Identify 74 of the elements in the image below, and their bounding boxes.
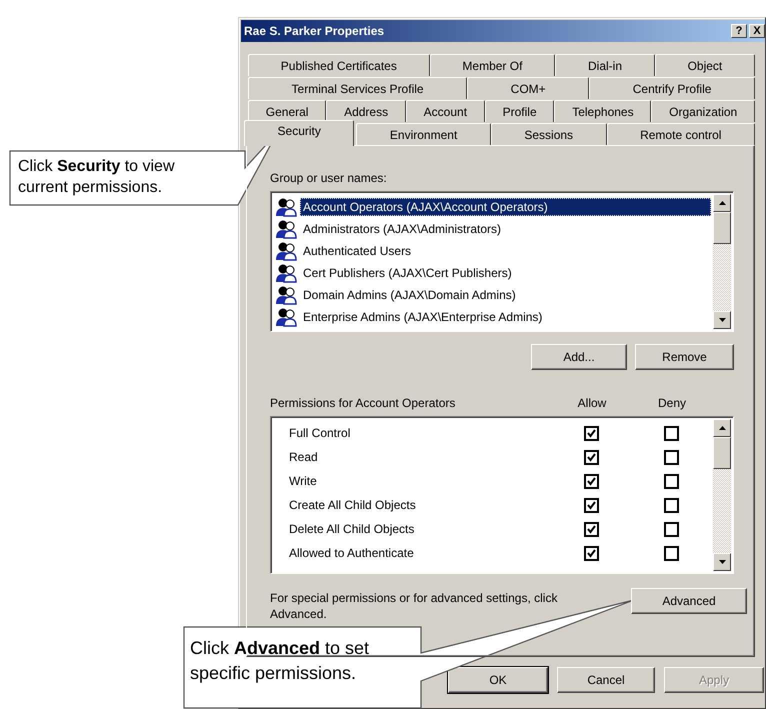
checkbox[interactable] [584, 474, 598, 488]
tab[interactable]: Environment [356, 123, 491, 145]
scrollbar[interactable] [713, 194, 731, 329]
callout-text: Click Security to view current permissions. [18, 157, 176, 198]
list-item[interactable]: Authenticated Users [300, 242, 711, 260]
list-item[interactable]: Domain Admins (AJAX\Domain Admins) [300, 286, 711, 304]
users-icon [275, 263, 297, 283]
advanced-button[interactable]: Advanced [631, 588, 747, 614]
hint-text: For special permissions or for advanced settings, click Advanced. [270, 590, 558, 622]
column-header: Deny [656, 396, 687, 412]
add-button[interactable]: Add... [531, 344, 627, 370]
cancel-button[interactable]: Cancel [557, 667, 655, 693]
users-icon [275, 219, 297, 239]
permission-name: Write [288, 474, 318, 488]
up-arrow-icon [718, 426, 726, 430]
tab[interactable]: Centrify Profile [589, 77, 755, 99]
list-item[interactable]: Account Operators (AJAX\Account Operators) [300, 198, 711, 216]
permission-name: Allowed to Authenticate [288, 546, 415, 560]
tab[interactable]: Published Certificates [248, 54, 430, 76]
remove-button[interactable]: Remove [635, 344, 734, 370]
checkbox[interactable] [584, 546, 598, 560]
tab[interactable]: Security [244, 120, 354, 146]
list-item[interactable]: Enterprise Admins (AJAX\Enterprise Admins) [300, 308, 711, 326]
checkbox[interactable] [664, 498, 678, 512]
scrollbar[interactable] [713, 419, 731, 571]
column-header: Allow [576, 396, 608, 412]
users-icon [275, 197, 297, 217]
checkbox[interactable] [584, 450, 598, 464]
down-arrow-icon [718, 318, 726, 322]
checkbox[interactable] [664, 522, 678, 536]
tab[interactable]: Terminal Services Profile [248, 77, 468, 99]
checkbox[interactable] [664, 426, 678, 440]
list-label: Group or user names: [270, 171, 388, 187]
checkbox[interactable] [664, 546, 678, 560]
help-button[interactable]: ? [731, 24, 747, 38]
permission-name: Full Control [288, 426, 352, 440]
tab[interactable]: Profile [484, 100, 554, 122]
checkbox[interactable] [664, 474, 678, 488]
scroll-down-button[interactable] [713, 311, 731, 329]
permission-name: Read [288, 450, 319, 464]
checkbox[interactable] [584, 522, 598, 536]
window-title: Rae S. Parker Properties [244, 24, 386, 38]
tab[interactable]: General [248, 100, 326, 122]
list-item[interactable]: Administrators (AJAX\Administrators) [300, 220, 711, 238]
tab[interactable]: Address [326, 100, 406, 122]
close-button[interactable]: X [749, 24, 765, 38]
tab[interactable]: Account [406, 100, 485, 122]
scroll-down-button[interactable] [713, 553, 731, 571]
checkbox[interactable] [584, 498, 598, 512]
tab[interactable]: Remote control [606, 123, 755, 145]
callout-text: Click Advanced to set specific permissions. [190, 637, 370, 685]
tab[interactable]: COM+ [467, 77, 590, 99]
tab[interactable]: Object [654, 54, 756, 76]
scroll-thumb[interactable] [713, 212, 731, 244]
tab[interactable]: Dial-in [555, 54, 655, 76]
ok-button[interactable]: OK [448, 667, 548, 693]
tab[interactable]: Member Of [430, 54, 556, 76]
scroll-thumb[interactable] [713, 437, 731, 469]
tab[interactable]: Sessions [490, 123, 607, 145]
down-arrow-icon [718, 560, 726, 564]
scroll-up-button[interactable] [713, 194, 731, 212]
up-arrow-icon [718, 201, 726, 205]
list-label: Permissions for Account Operators [270, 396, 456, 412]
scroll-up-button[interactable] [713, 419, 731, 437]
checkbox[interactable] [664, 450, 678, 464]
users-icon [275, 285, 297, 305]
checkbox[interactable] [584, 426, 598, 440]
permission-name: Delete All Child Objects [288, 522, 416, 536]
tab[interactable]: Organization [651, 100, 756, 122]
list-item[interactable]: Cert Publishers (AJAX\Cert Publishers) [300, 264, 711, 282]
tab[interactable]: Telephones [554, 100, 652, 122]
permission-name: Create All Child Objects [288, 498, 417, 512]
users-icon [275, 241, 297, 261]
users-icon [275, 307, 297, 327]
